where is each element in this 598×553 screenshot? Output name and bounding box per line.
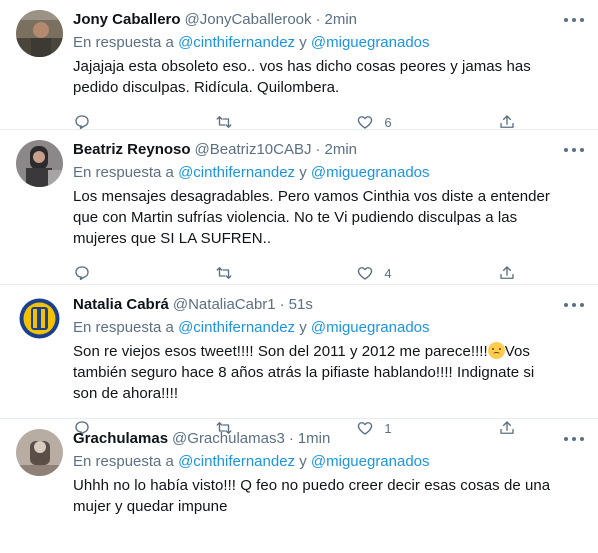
timestamp[interactable]: 1min (298, 429, 331, 449)
mention-link[interactable]: @miguegranados (311, 453, 430, 470)
retweet-button[interactable] (215, 264, 295, 282)
handle[interactable]: @JonyCaballerook (185, 10, 312, 30)
mention-link[interactable]: @miguegranados (311, 319, 430, 336)
retweet-button[interactable] (215, 113, 295, 131)
share-icon (500, 266, 514, 279)
more-icon[interactable] (564, 299, 584, 311)
avatar[interactable] (16, 429, 63, 476)
display-name[interactable]: Grachulamas (73, 429, 168, 449)
reply-icon (75, 115, 89, 130)
like-button[interactable]: 4 (356, 264, 436, 282)
reply-and: y (299, 453, 307, 470)
like-icon (358, 267, 373, 280)
reply-prefix: En respuesta a (73, 453, 174, 470)
tweet-header: Beatriz Reynoso @Beatriz10CABJ · 2min (73, 140, 562, 160)
reply-and: y (299, 319, 307, 336)
mention-link[interactable]: @cinthifernandez (178, 164, 295, 181)
reply-context: En respuesta a @cinthifernandez y @migue… (73, 33, 562, 53)
separator: · (315, 11, 321, 28)
display-name[interactable]: Jony Caballero (73, 10, 181, 30)
avatar[interactable] (16, 295, 63, 342)
reply-and: y (299, 164, 307, 181)
reply-icon (75, 266, 89, 281)
mention-link[interactable]: @cinthifernandez (178, 453, 295, 470)
separator: · (288, 430, 294, 447)
avatar[interactable] (16, 140, 63, 187)
separator: · (279, 296, 285, 313)
handle[interactable]: @NataliaCabr1 (173, 295, 276, 315)
confused-face-icon (487, 342, 505, 359)
more-icon[interactable] (564, 433, 584, 445)
display-name[interactable]: Beatriz Reynoso (73, 140, 191, 160)
tweet-header: Grachulamas @Grachulamas3 · 1min (73, 429, 562, 449)
mention-link[interactable]: @cinthifernandez (178, 34, 295, 51)
mention-link[interactable]: @cinthifernandez (178, 319, 295, 336)
avatar[interactable] (16, 10, 63, 57)
reply-context: En respuesta a @cinthifernandez y @migue… (73, 452, 562, 472)
timestamp[interactable]: 2min (325, 10, 358, 30)
reply-prefix: En respuesta a (73, 164, 174, 181)
reply-context: En respuesta a @cinthifernandez y @migue… (73, 318, 562, 338)
tweet[interactable]: Natalia Cabrá @NataliaCabr1 · 51s En res… (0, 285, 598, 436)
tweet-text: Uhhh no lo había visto!!! Q feo no puedo… (73, 477, 555, 515)
reply-and: y (299, 34, 307, 51)
share-button[interactable] (498, 264, 518, 282)
timeline: Jony Caballero @JonyCaballerook · 2min E… (0, 0, 598, 553)
tweet[interactable]: Grachulamas @Grachulamas3 · 1min En resp… (0, 419, 598, 553)
tweet[interactable]: Jony Caballero @JonyCaballerook · 2min E… (0, 0, 598, 130)
more-icon[interactable] (564, 144, 584, 156)
timestamp[interactable]: 2min (325, 140, 358, 160)
like-button[interactable]: 6 (356, 113, 436, 131)
retweet-icon (216, 267, 232, 279)
like-count: 4 (384, 265, 392, 281)
share-icon (500, 115, 514, 128)
handle[interactable]: @Grachulamas3 (172, 429, 285, 449)
reply-button[interactable] (73, 264, 153, 282)
reply-prefix: En respuesta a (73, 34, 174, 51)
like-icon (358, 116, 373, 129)
retweet-icon (216, 116, 232, 128)
tweet-text: Los mensajes desagradables. Pero vamos C… (73, 188, 555, 247)
tweet-header: Jony Caballero @JonyCaballerook · 2min (73, 10, 562, 30)
reply-prefix: En respuesta a (73, 319, 174, 336)
share-button[interactable] (498, 113, 518, 131)
tweet-text: Son re viejos esos tweet!!!! Son del 201… (73, 341, 562, 404)
tweet-text: Jajajaja esta obsoleto eso.. vos has dic… (73, 58, 535, 96)
tweet-header: Natalia Cabrá @NataliaCabr1 · 51s (73, 295, 562, 315)
reply-context: En respuesta a @cinthifernandez y @migue… (73, 163, 562, 183)
mention-link[interactable]: @miguegranados (311, 34, 430, 51)
timestamp[interactable]: 51s (289, 295, 313, 315)
more-icon[interactable] (564, 14, 584, 26)
separator: · (315, 141, 321, 158)
reply-button[interactable] (73, 113, 153, 131)
tweet-text-part: Son re viejos esos tweet!!!! Son del 201… (73, 343, 488, 360)
display-name[interactable]: Natalia Cabrá (73, 295, 169, 315)
like-count: 6 (384, 114, 392, 130)
mention-link[interactable]: @miguegranados (311, 164, 430, 181)
handle[interactable]: @Beatriz10CABJ (195, 140, 312, 160)
tweet[interactable]: Beatriz Reynoso @Beatriz10CABJ · 2min En… (0, 130, 598, 285)
